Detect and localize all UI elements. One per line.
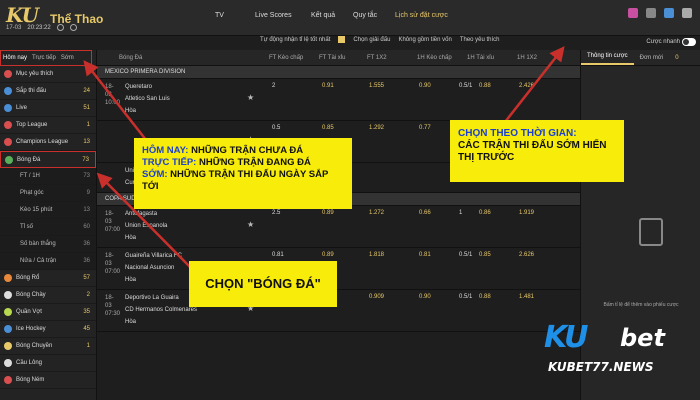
- callout-key: HÔM NAY:: [142, 145, 189, 156]
- callout-text: NHỮNG TRẬN CHƯA ĐÁ: [188, 145, 304, 156]
- arrow-anchor: [96, 157, 99, 177]
- callout-text: NHỮNG TRẬN THI ĐẤU NGÀY SẮP TỚI: [142, 169, 329, 192]
- arrow-to-time-filter: [504, 46, 565, 123]
- callout-choose-football: CHỌN "BÓNG ĐÁ": [189, 261, 337, 307]
- kubet-watermark: KU bet KUBET77.NEWS: [544, 318, 700, 378]
- callout-text: NHỮNG TRẬN ĐANG ĐÁ: [196, 157, 311, 168]
- arrow-to-tabs: [83, 60, 151, 146]
- callout-key: SỚM:: [142, 169, 168, 180]
- watermark-site: KUBET77.NEWS: [548, 360, 654, 374]
- callout-tabs-explanation: HÔM NAY: NHỮNG TRẬN CHƯA ĐÁ TRỰC TIẾP: N…: [134, 138, 352, 209]
- watermark-bet: bet: [620, 324, 665, 352]
- callout-key: TRỰC TIẾP:: [142, 157, 197, 168]
- callout-key: CHỌN THEO THỜI GIAN:: [458, 128, 577, 139]
- watermark-ku: KU: [544, 320, 589, 355]
- callout-time-explanation: CHỌN THEO THỜI GIAN: CÁC TRẬN THI ĐẤU SỚ…: [450, 120, 624, 182]
- callout-text: CÁC TRẬN THI ĐẤU SỚM HIỂN THỊ TRƯỚC: [458, 140, 607, 163]
